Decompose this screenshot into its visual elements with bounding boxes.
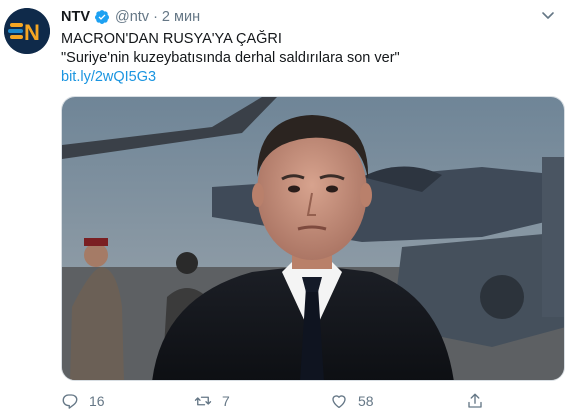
ntv-logo: N: [4, 8, 50, 54]
timestamp[interactable]: 2 мин: [162, 9, 200, 25]
retweet-count: 7: [222, 393, 230, 409]
photo-illustration: [62, 97, 564, 380]
author-handle[interactable]: @ntv: [115, 9, 149, 25]
tweet-header: NTV @ntv · 2 мин: [61, 9, 200, 25]
like-count: 58: [358, 393, 374, 409]
reply-count: 16: [89, 393, 105, 409]
retweet-button[interactable]: 7: [194, 392, 230, 410]
tweet-photo[interactable]: [61, 96, 565, 381]
like-button[interactable]: 58: [330, 392, 374, 410]
tweet-link[interactable]: bit.ly/2wQI5G3: [61, 68, 400, 87]
tweet-text: MACRON'DAN RUSYA'YA ÇAĞRI "Suriye'nin ku…: [61, 30, 400, 87]
tweet-line-headline: MACRON'DAN RUSYA'YA ÇAĞRI: [61, 31, 282, 47]
chevron-down-icon[interactable]: [541, 8, 555, 22]
separator: ·: [153, 9, 158, 25]
tweet-line-quote: "Suriye'nin kuzeybatısında derhal saldır…: [61, 50, 400, 66]
retweet-icon: [194, 396, 212, 406]
reply-button[interactable]: 16: [61, 392, 105, 410]
share-button[interactable]: [466, 392, 494, 410]
verified-badge-icon: [94, 9, 110, 25]
tweet: N NTV @ntv · 2 мин MACRON'DAN RUSYA'YA Ç…: [0, 0, 565, 417]
reply-icon: [62, 394, 78, 409]
avatar[interactable]: N: [4, 8, 50, 54]
tweet-actions: 16 7 58: [61, 392, 565, 414]
like-icon: [332, 395, 346, 409]
author-name[interactable]: NTV: [61, 9, 90, 25]
share-icon: [468, 393, 482, 408]
logo-letter: N: [24, 20, 40, 45]
